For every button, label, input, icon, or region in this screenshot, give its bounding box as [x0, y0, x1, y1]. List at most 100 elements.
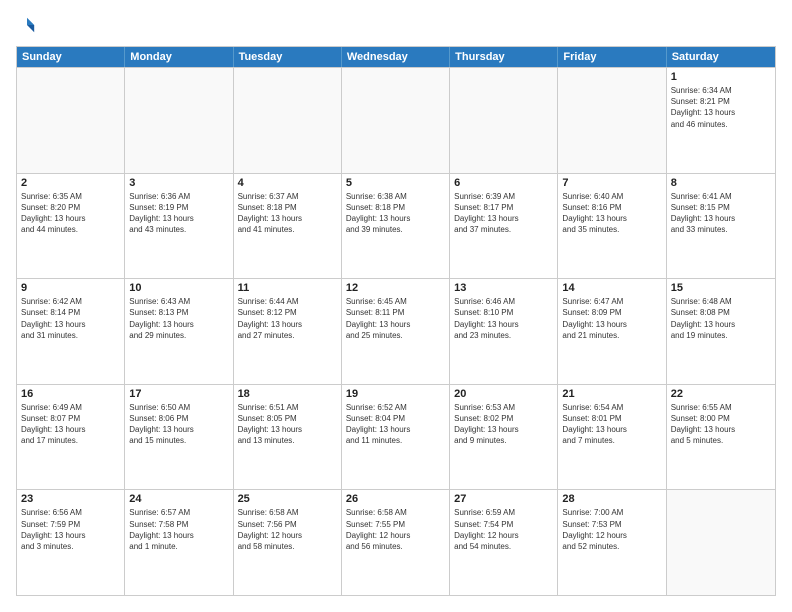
day-info: Sunrise: 6:50 AM Sunset: 8:06 PM Dayligh… [129, 402, 228, 447]
calendar-header-cell: Saturday [667, 47, 775, 67]
calendar-cell: 21 Sunrise: 6:54 AM Sunset: 8:01 PM Dayli… [558, 385, 666, 490]
day-info: Sunrise: 6:36 AM Sunset: 8:19 PM Dayligh… [129, 191, 228, 236]
day-number: 25 [238, 493, 337, 505]
day-info: Sunrise: 6:42 AM Sunset: 8:14 PM Dayligh… [21, 296, 120, 341]
calendar-cell: 6 Sunrise: 6:39 AM Sunset: 8:17 PM Daylig… [450, 174, 558, 279]
calendar-cell [342, 68, 450, 173]
day-info: Sunrise: 6:56 AM Sunset: 7:59 PM Dayligh… [21, 507, 120, 552]
day-info: Sunrise: 6:34 AM Sunset: 8:21 PM Dayligh… [671, 85, 771, 130]
day-number: 15 [671, 282, 771, 294]
day-info: Sunrise: 6:48 AM Sunset: 8:08 PM Dayligh… [671, 296, 771, 341]
day-info: Sunrise: 7:00 AM Sunset: 7:53 PM Dayligh… [562, 507, 661, 552]
day-number: 13 [454, 282, 553, 294]
calendar-cell: 14 Sunrise: 6:47 AM Sunset: 8:09 PM Dayli… [558, 279, 666, 384]
day-info: Sunrise: 6:51 AM Sunset: 8:05 PM Dayligh… [238, 402, 337, 447]
calendar-cell: 20Sunrise: 6:53 AM Sunset: 8:02 PM Dayli… [450, 385, 558, 490]
day-number: 2 [21, 177, 120, 189]
day-number: 24 [129, 493, 228, 505]
calendar-header-cell: Wednesday [342, 47, 450, 67]
calendar-cell: 12Sunrise: 6:45 AM Sunset: 8:11 PM Dayli… [342, 279, 450, 384]
calendar-cell: 24 Sunrise: 6:57 AM Sunset: 7:58 PM Dayli… [125, 490, 233, 595]
calendar-cell: 5 Sunrise: 6:38 AM Sunset: 8:18 PM Daylig… [342, 174, 450, 279]
day-number: 9 [21, 282, 120, 294]
day-info: Sunrise: 6:49 AM Sunset: 8:07 PM Dayligh… [21, 402, 120, 447]
day-info: Sunrise: 6:47 AM Sunset: 8:09 PM Dayligh… [562, 296, 661, 341]
day-number: 27 [454, 493, 553, 505]
day-info: Sunrise: 6:38 AM Sunset: 8:18 PM Dayligh… [346, 191, 445, 236]
day-info: Sunrise: 6:45 AM Sunset: 8:11 PM Dayligh… [346, 296, 445, 341]
day-info: Sunrise: 6:39 AM Sunset: 8:17 PM Dayligh… [454, 191, 553, 236]
calendar-header-cell: Monday [125, 47, 233, 67]
calendar-week: 9 Sunrise: 6:42 AM Sunset: 8:14 PM Daylig… [17, 278, 775, 384]
calendar-cell: 8 Sunrise: 6:41 AM Sunset: 8:15 PM Daylig… [667, 174, 775, 279]
day-number: 14 [562, 282, 661, 294]
day-number: 22 [671, 388, 771, 400]
day-number: 21 [562, 388, 661, 400]
calendar-header-cell: Friday [558, 47, 666, 67]
calendar-cell: 17 Sunrise: 6:50 AM Sunset: 8:06 PM Dayli… [125, 385, 233, 490]
calendar-header-cell: Sunday [17, 47, 125, 67]
calendar-cell: 23 Sunrise: 6:56 AM Sunset: 7:59 PM Dayli… [17, 490, 125, 595]
calendar-week: 1 Sunrise: 6:34 AM Sunset: 8:21 PM Daylig… [17, 67, 775, 173]
calendar-cell: 7 Sunrise: 6:40 AM Sunset: 8:16 PM Daylig… [558, 174, 666, 279]
calendar-cell [667, 490, 775, 595]
calendar-cell [558, 68, 666, 173]
day-number: 26 [346, 493, 445, 505]
calendar-cell: 19 Sunrise: 6:52 AM Sunset: 8:04 PM Dayli… [342, 385, 450, 490]
calendar-cell: 3 Sunrise: 6:36 AM Sunset: 8:19 PM Daylig… [125, 174, 233, 279]
day-info: Sunrise: 6:40 AM Sunset: 8:16 PM Dayligh… [562, 191, 661, 236]
day-number: 8 [671, 177, 771, 189]
day-info: Sunrise: 6:59 AM Sunset: 7:54 PM Dayligh… [454, 507, 553, 552]
calendar-cell: 9 Sunrise: 6:42 AM Sunset: 8:14 PM Daylig… [17, 279, 125, 384]
day-info: Sunrise: 6:46 AM Sunset: 8:10 PM Dayligh… [454, 296, 553, 341]
day-number: 3 [129, 177, 228, 189]
day-number: 11 [238, 282, 337, 294]
calendar-header-cell: Thursday [450, 47, 558, 67]
calendar-cell: 11 Sunrise: 6:44 AM Sunset: 8:12 PM Dayli… [234, 279, 342, 384]
day-info: Sunrise: 6:41 AM Sunset: 8:15 PM Dayligh… [671, 191, 771, 236]
day-info: Sunrise: 6:58 AM Sunset: 7:55 PM Dayligh… [346, 507, 445, 552]
calendar-header-row: SundayMondayTuesdayWednesdayThursdayFrid… [17, 47, 775, 67]
day-info: Sunrise: 6:57 AM Sunset: 7:58 PM Dayligh… [129, 507, 228, 552]
calendar-cell: 18 Sunrise: 6:51 AM Sunset: 8:05 PM Dayli… [234, 385, 342, 490]
day-number: 7 [562, 177, 661, 189]
day-number: 5 [346, 177, 445, 189]
calendar-header-cell: Tuesday [234, 47, 342, 67]
day-number: 23 [21, 493, 120, 505]
day-number: 1 [671, 71, 771, 83]
calendar-cell: 13 Sunrise: 6:46 AM Sunset: 8:10 PM Dayli… [450, 279, 558, 384]
day-info: Sunrise: 6:55 AM Sunset: 8:00 PM Dayligh… [671, 402, 771, 447]
day-number: 18 [238, 388, 337, 400]
day-number: 4 [238, 177, 337, 189]
calendar-cell [234, 68, 342, 173]
calendar-cell: 10Sunrise: 6:43 AM Sunset: 8:13 PM Dayli… [125, 279, 233, 384]
calendar-body: 1 Sunrise: 6:34 AM Sunset: 8:21 PM Daylig… [17, 67, 775, 595]
day-number: 19 [346, 388, 445, 400]
day-info: Sunrise: 6:43 AM Sunset: 8:13 PM Dayligh… [129, 296, 228, 341]
calendar-cell: 25 Sunrise: 6:58 AM Sunset: 7:56 PM Dayli… [234, 490, 342, 595]
calendar-week: 2 Sunrise: 6:35 AM Sunset: 8:20 PM Daylig… [17, 173, 775, 279]
calendar-cell: 27 Sunrise: 6:59 AM Sunset: 7:54 PM Dayli… [450, 490, 558, 595]
calendar-week: 23 Sunrise: 6:56 AM Sunset: 7:59 PM Dayli… [17, 489, 775, 595]
day-info: Sunrise: 6:58 AM Sunset: 7:56 PM Dayligh… [238, 507, 337, 552]
calendar-cell: 22 Sunrise: 6:55 AM Sunset: 8:00 PM Dayli… [667, 385, 775, 490]
day-number: 6 [454, 177, 553, 189]
day-info: Sunrise: 6:35 AM Sunset: 8:20 PM Dayligh… [21, 191, 120, 236]
calendar: SundayMondayTuesdayWednesdayThursdayFrid… [16, 46, 776, 596]
calendar-cell [450, 68, 558, 173]
calendar-cell: 16Sunrise: 6:49 AM Sunset: 8:07 PM Dayli… [17, 385, 125, 490]
page: SundayMondayTuesdayWednesdayThursdayFrid… [0, 0, 792, 612]
day-number: 20 [454, 388, 553, 400]
day-info: Sunrise: 6:44 AM Sunset: 8:12 PM Dayligh… [238, 296, 337, 341]
day-number: 17 [129, 388, 228, 400]
calendar-cell: 2 Sunrise: 6:35 AM Sunset: 8:20 PM Daylig… [17, 174, 125, 279]
day-info: Sunrise: 6:52 AM Sunset: 8:04 PM Dayligh… [346, 402, 445, 447]
logo [16, 16, 36, 36]
calendar-cell [17, 68, 125, 173]
day-number: 28 [562, 493, 661, 505]
day-info: Sunrise: 6:54 AM Sunset: 8:01 PM Dayligh… [562, 402, 661, 447]
calendar-cell: 28 Sunrise: 7:00 AM Sunset: 7:53 PM Dayli… [558, 490, 666, 595]
calendar-cell: 1 Sunrise: 6:34 AM Sunset: 8:21 PM Daylig… [667, 68, 775, 173]
calendar-week: 16Sunrise: 6:49 AM Sunset: 8:07 PM Dayli… [17, 384, 775, 490]
calendar-cell: 15 Sunrise: 6:48 AM Sunset: 8:08 PM Dayli… [667, 279, 775, 384]
